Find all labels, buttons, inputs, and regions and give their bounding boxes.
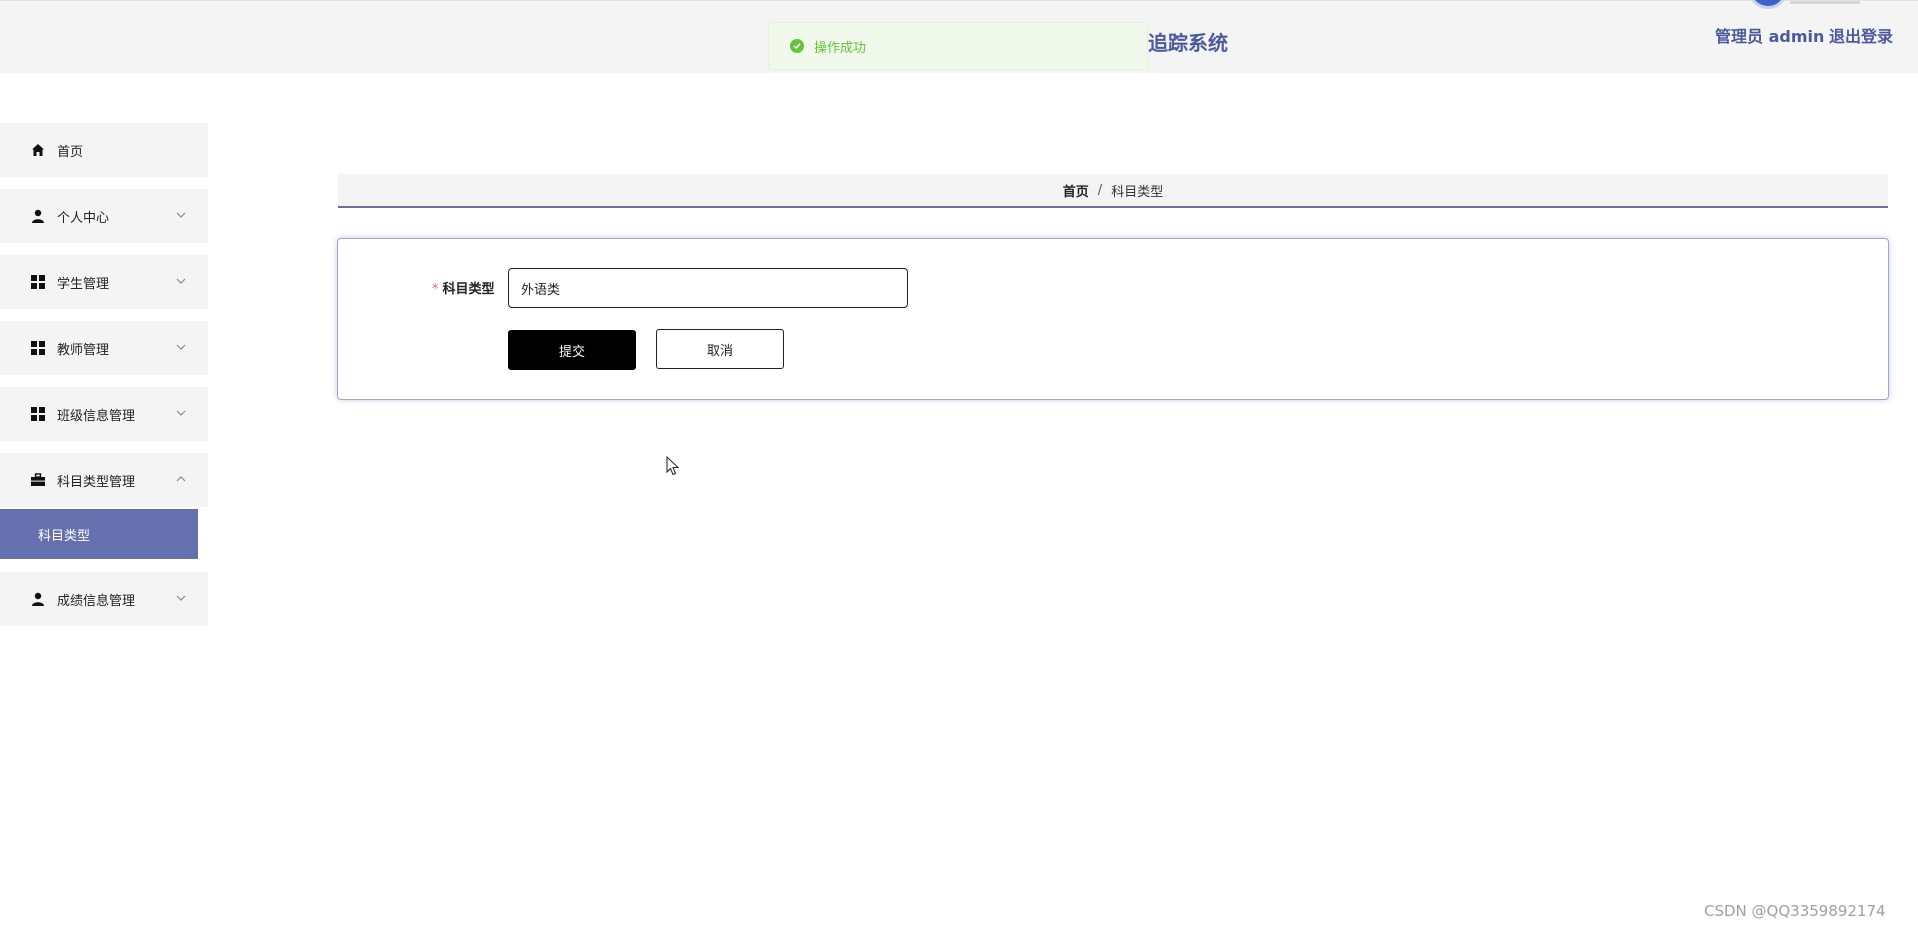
watermark: CSDN @QQ3359892174 — [1704, 902, 1886, 920]
grid-icon — [30, 340, 46, 356]
chevron-down-icon — [176, 410, 186, 416]
user-info: 管理员 admin — [1715, 27, 1825, 46]
breadcrumb-separator: / — [1097, 182, 1103, 198]
form-card — [337, 238, 1889, 400]
sidebar-item-label: 学生管理 — [57, 276, 110, 292]
app-title: 追踪系统 — [1148, 31, 1228, 55]
field-label-text: 科目类型 — [442, 282, 495, 297]
sidebar-item-home[interactable]: 首页 — [0, 123, 208, 177]
sidebar-item-label: 班级信息管理 — [57, 408, 136, 424]
breadcrumb: 首页 / 科目类型 — [338, 174, 1888, 208]
chevron-up-icon — [176, 476, 186, 482]
grid-icon — [30, 406, 46, 422]
sidebar-item-teachers[interactable]: 教师管理 — [0, 321, 208, 375]
chevron-down-icon — [176, 344, 186, 350]
sidebar-item-label: 科目类型管理 — [57, 474, 136, 490]
sidebar-subitem-subject-type[interactable]: 科目类型 — [0, 509, 198, 559]
subject-type-label: * 科目类型 — [432, 278, 495, 297]
sidebar-item-label: 成绩信息管理 — [57, 593, 136, 609]
user-icon — [30, 591, 46, 607]
sidebar-item-subject-types[interactable]: 科目类型管理 — [0, 453, 208, 507]
sidebar-item-grades[interactable]: 成绩信息管理 — [0, 572, 208, 626]
grid-icon — [30, 274, 46, 290]
check-circle-icon — [790, 39, 804, 53]
chevron-down-icon — [176, 278, 186, 284]
avatar-divider — [1790, 1, 1860, 4]
breadcrumb-home[interactable]: 首页 — [1063, 181, 1089, 200]
cancel-button[interactable]: 取消 — [656, 329, 784, 369]
toast-message: 操作成功 — [814, 40, 867, 56]
submit-button[interactable]: 提交 — [508, 330, 636, 370]
sidebar-item-label: 个人中心 — [57, 210, 110, 226]
sidebar-item-label: 首页 — [57, 144, 84, 160]
subject-type-input[interactable] — [508, 268, 908, 308]
sidebar-subitem-label: 科目类型 — [38, 528, 91, 544]
chevron-down-icon — [176, 595, 186, 601]
chevron-down-icon — [176, 212, 186, 218]
home-icon — [30, 142, 46, 158]
logout-link[interactable]: 退出登录 — [1829, 23, 1893, 47]
user-icon — [30, 208, 46, 224]
sidebar-item-personal-center[interactable]: 个人中心 — [0, 189, 208, 243]
briefcase-icon — [30, 472, 46, 488]
avatar[interactable] — [1748, 0, 1788, 9]
sidebar-item-classes[interactable]: 班级信息管理 — [0, 387, 208, 441]
breadcrumb-current: 科目类型 — [1111, 184, 1164, 200]
required-mark: * — [432, 282, 439, 297]
mouse-cursor-icon — [666, 456, 680, 476]
success-toast: 操作成功 — [768, 22, 1148, 70]
sidebar-item-label: 教师管理 — [57, 342, 110, 358]
sidebar-item-students[interactable]: 学生管理 — [0, 255, 208, 309]
